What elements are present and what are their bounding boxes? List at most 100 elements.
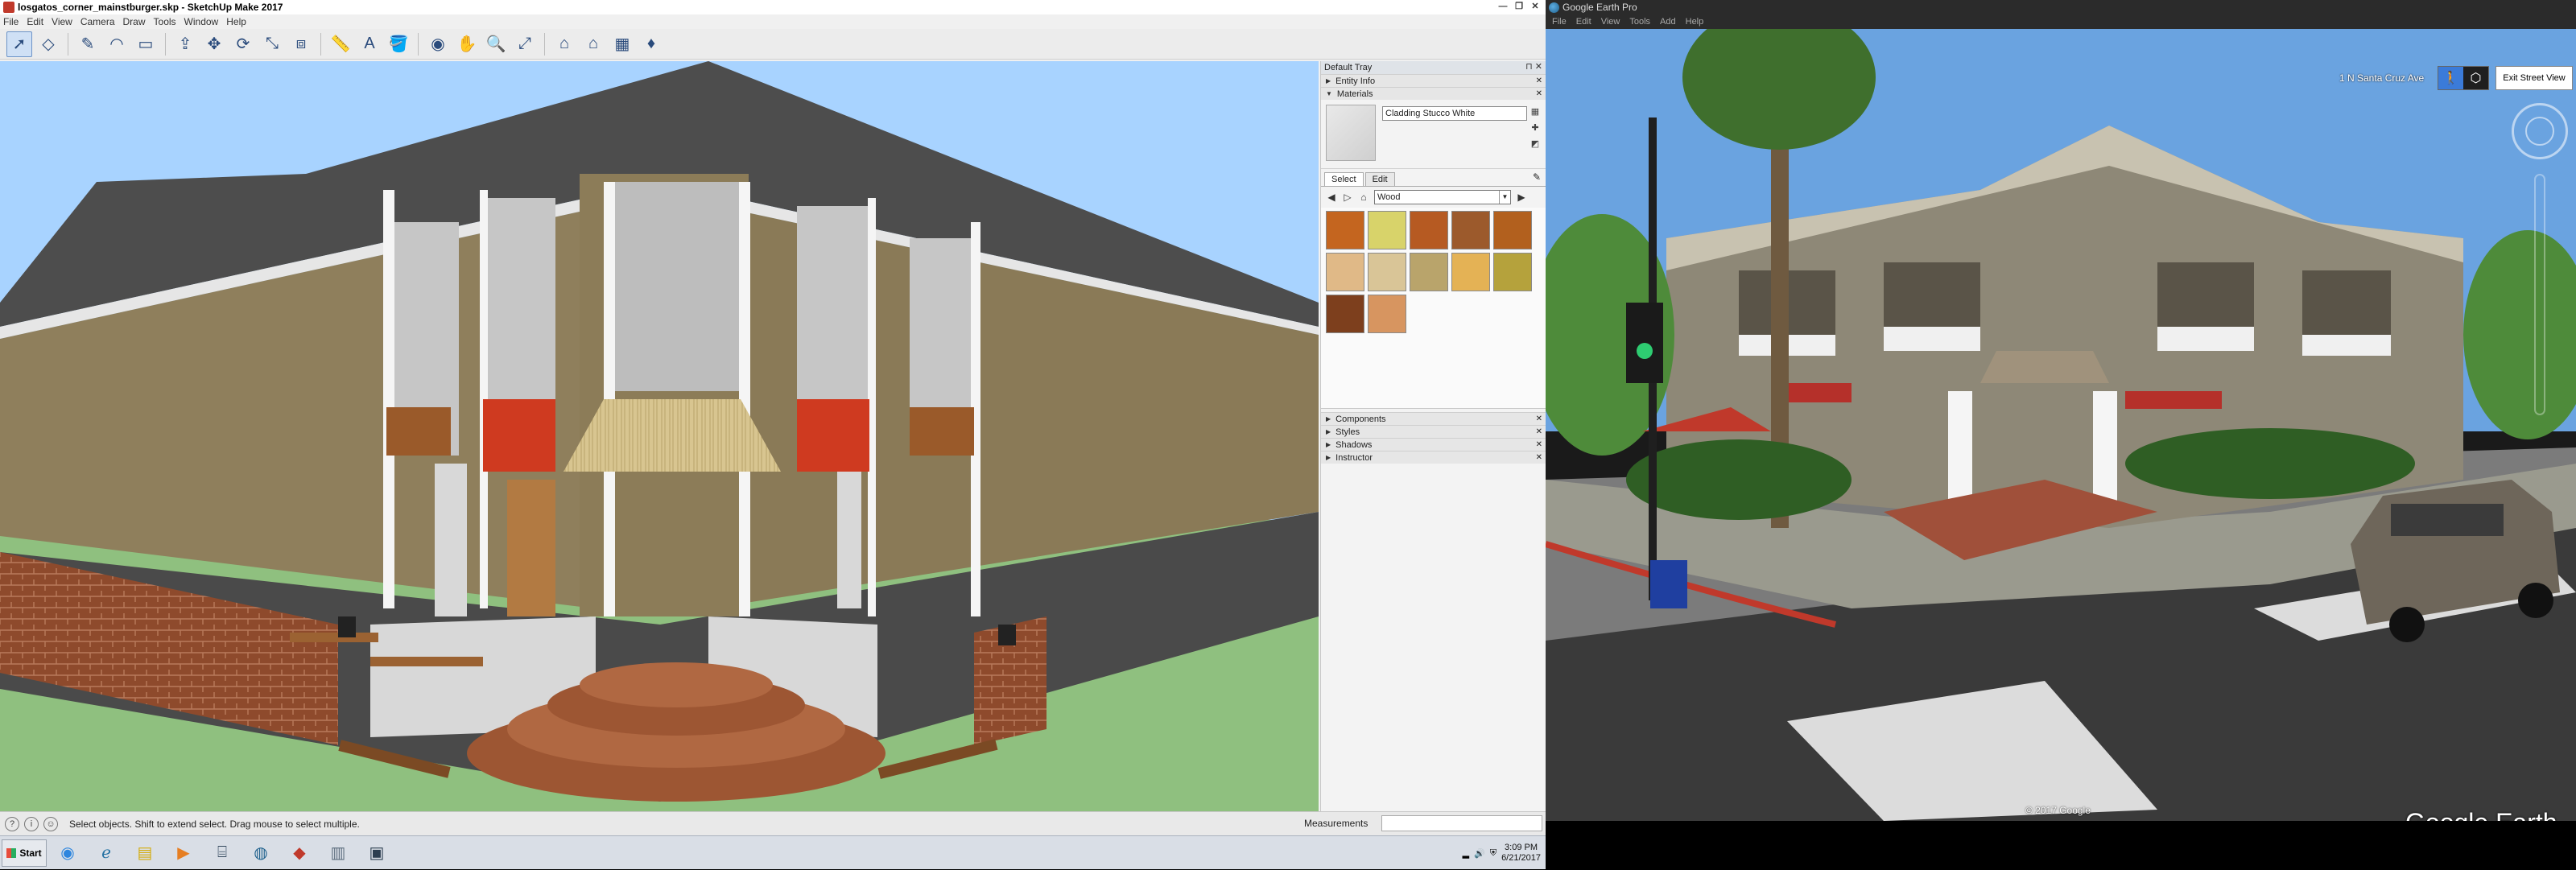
pegman-icon[interactable]: 🚶 [2438, 67, 2463, 89]
material-swatch[interactable] [1326, 253, 1364, 291]
media-player-taskbar-icon[interactable]: ▶ [166, 839, 201, 867]
material-swatch[interactable] [1368, 295, 1406, 333]
zoom-tool-icon[interactable]: 🔍 [483, 31, 509, 57]
line-tool-icon[interactable]: ✎ [75, 31, 101, 57]
push-pull-tool-icon[interactable]: ⇪ [172, 31, 198, 57]
extension-warehouse-icon[interactable]: ⌂ [580, 31, 606, 57]
google-earth-taskbar-icon[interactable]: ◍ [243, 839, 279, 867]
default-material-icon[interactable]: ◩ [1530, 138, 1541, 150]
panel-close-icon[interactable]: ✕ [1536, 427, 1542, 436]
warehouse-icon[interactable]: ⌂ [551, 31, 577, 57]
look-joystick-icon[interactable] [2525, 117, 2554, 146]
material-swatch[interactable] [1368, 253, 1406, 291]
ge-menu-tools[interactable]: Tools [1629, 17, 1650, 27]
ge-menu-add[interactable]: Add [1660, 17, 1676, 27]
panel-styles[interactable]: ▶ Styles ✕ [1321, 425, 1546, 438]
create-material-icon[interactable]: ✚ [1530, 122, 1541, 134]
send-to-layout-icon[interactable]: ▦ [609, 31, 635, 57]
select-tool-icon[interactable]: ➚ [6, 31, 32, 57]
exit-street-view-button[interactable]: Exit Street View [2496, 66, 2573, 90]
menu-draw[interactable]: Draw [123, 16, 146, 27]
menu-camera[interactable]: Camera [80, 16, 115, 27]
menu-help[interactable]: Help [226, 16, 246, 27]
library-dropdown[interactable]: Wood ▼ [1374, 190, 1511, 204]
pan-tool-icon[interactable]: ✋ [454, 31, 480, 57]
network-tray-icon[interactable]: ▂ [1463, 848, 1469, 859]
menu-edit[interactable]: Edit [27, 16, 43, 27]
material-swatch[interactable] [1326, 295, 1364, 333]
back-arrow-icon[interactable]: ◀ [1326, 192, 1337, 203]
panel-close-icon[interactable]: ✕ [1536, 414, 1542, 423]
document-taskbar-icon[interactable]: ▥ [320, 839, 356, 867]
info-icon[interactable]: i [24, 816, 39, 831]
3d-viewport[interactable] [0, 61, 1319, 811]
material-swatch[interactable] [1493, 253, 1532, 291]
details-arrow-icon[interactable]: ▶ [1516, 192, 1527, 203]
menu-window[interactable]: Window [184, 16, 219, 27]
offset-tool-icon[interactable]: ⧈ [288, 31, 314, 57]
panel-close-icon[interactable]: ✕ [1536, 440, 1542, 449]
panel-shadows[interactable]: ▶ Shadows ✕ [1321, 438, 1546, 451]
material-swatch[interactable] [1368, 211, 1406, 249]
close-icon[interactable]: ✕ [1528, 1, 1542, 13]
panel-close-icon[interactable]: ✕ [1536, 89, 1542, 98]
material-name-field[interactable]: Cladding Stucco White [1382, 106, 1527, 121]
material-swatch[interactable] [1326, 211, 1364, 249]
maximize-icon[interactable]: ❐ [1512, 1, 1526, 13]
street-view-panorama[interactable]: 1 N Santa Cruz Ave 🚶 ⬡ Exit Street View … [1546, 29, 2576, 821]
text-tool-icon[interactable]: A [357, 31, 382, 57]
help-icon[interactable]: ? [5, 816, 19, 831]
minimize-icon[interactable]: — [1496, 1, 1510, 13]
chrome-taskbar-icon[interactable]: ◉ [50, 839, 85, 867]
tab-edit[interactable]: Edit [1364, 172, 1395, 186]
tape-measure-tool-icon[interactable]: 📏 [328, 31, 353, 57]
paint-bucket-tool-icon[interactable]: 🪣 [386, 31, 411, 57]
rotate-tool-icon[interactable]: ⟳ [230, 31, 256, 57]
panel-entity-info[interactable]: ▶ Entity Info ✕ [1321, 74, 1546, 87]
material-swatch[interactable] [1493, 211, 1532, 249]
ge-menu-help[interactable]: Help [1686, 17, 1704, 27]
ge-menu-view[interactable]: View [1601, 17, 1620, 27]
network-taskbar-icon[interactable]: ⌸ [204, 839, 240, 867]
home-icon[interactable]: ⌂ [1358, 192, 1369, 203]
navigation-compass[interactable] [2512, 103, 2568, 159]
forward-arrow-icon[interactable]: ▷ [1342, 192, 1353, 203]
eraser-tool-icon[interactable]: ◇ [35, 31, 61, 57]
chat-taskbar-icon[interactable]: ▣ [359, 839, 394, 867]
rectangle-tool-icon[interactable]: ▭ [133, 31, 159, 57]
menu-tools[interactable]: Tools [154, 16, 176, 27]
menu-file[interactable]: File [3, 16, 19, 27]
start-button[interactable]: Start [2, 839, 47, 867]
file-explorer-taskbar-icon[interactable]: ▤ [127, 839, 163, 867]
sketchup-taskbar-icon[interactable]: ◆ [282, 839, 317, 867]
material-swatch[interactable] [1410, 211, 1448, 249]
internet-explorer-taskbar-icon[interactable]: ℯ [89, 839, 124, 867]
panel-components[interactable]: ▶ Components ✕ [1321, 412, 1546, 425]
scale-tool-icon[interactable]: ⤡ [259, 31, 285, 57]
ground-level-icon[interactable]: ⬡ [2463, 67, 2488, 89]
security-tray-icon[interactable]: ⛨ [1490, 848, 1496, 859]
panel-close-icon[interactable]: ✕ [1536, 453, 1542, 462]
orbit-tool-icon[interactable]: ◉ [425, 31, 451, 57]
display-secondary-icon[interactable]: ▦ [1530, 106, 1541, 118]
material-swatch[interactable] [1410, 253, 1448, 291]
material-swatch[interactable] [1451, 211, 1490, 249]
measurements-input[interactable] [1381, 815, 1542, 831]
panel-instructor[interactable]: ▶ Instructor ✕ [1321, 451, 1546, 464]
volume-tray-icon[interactable]: 🔊 [1474, 848, 1485, 859]
sample-paint-icon[interactable]: ✎ [1533, 171, 1541, 183]
zoom-slider[interactable] [2534, 174, 2545, 415]
system-clock[interactable]: 3:09 PM 6/21/2017 [1501, 843, 1541, 864]
user-icon[interactable]: ☺ [43, 816, 58, 831]
panel-materials[interactable]: ▼ Materials ✕ [1321, 87, 1546, 100]
arc-tool-icon[interactable]: ◠ [104, 31, 130, 57]
move-tool-icon[interactable]: ✥ [201, 31, 227, 57]
tray-close-icon[interactable]: ⊓ ✕ [1525, 61, 1542, 72]
menu-view[interactable]: View [52, 16, 72, 27]
ge-menu-file[interactable]: File [1552, 17, 1567, 27]
ge-menu-edit[interactable]: Edit [1576, 17, 1591, 27]
panel-close-icon[interactable]: ✕ [1536, 76, 1542, 85]
material-swatch[interactable] [1451, 253, 1490, 291]
zoom-extents-tool-icon[interactable]: ⤢ [512, 31, 538, 57]
tab-select[interactable]: Select [1324, 172, 1364, 186]
